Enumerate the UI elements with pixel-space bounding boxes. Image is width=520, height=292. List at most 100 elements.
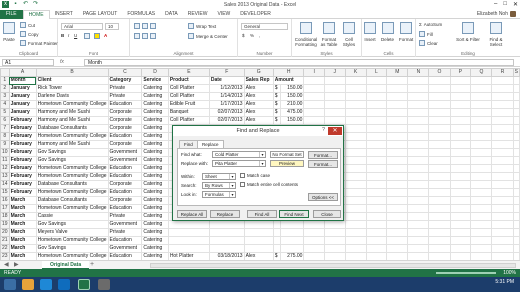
header-cell[interactable]: Product [167,76,210,85]
column-header[interactable]: R [491,68,514,77]
grid-cell[interactable]: Education [107,132,143,141]
grid-cell[interactable] [428,244,451,253]
grid-cell[interactable] [280,236,305,245]
grid-cell[interactable]: Catering [141,124,169,133]
column-header[interactable]: L [365,68,388,77]
tab-replace[interactable]: Replace [197,140,224,148]
grid-cell[interactable] [428,100,451,109]
user-account[interactable]: Elizabeth Noh [477,11,516,17]
grid-cell[interactable] [491,156,514,165]
currency-button[interactable]: $ [242,33,245,38]
grid-cell[interactable] [428,156,451,165]
replace-format-button[interactable]: Format... [308,160,338,168]
underline-button[interactable]: U [74,33,77,38]
grid-cell[interactable]: Government [107,156,143,165]
grid-cell[interactable] [470,92,493,101]
grid-cell[interactable] [303,84,325,93]
column-header[interactable]: M [386,68,409,77]
row-header[interactable]: 19 [0,220,10,229]
name-box[interactable]: A1 [2,59,54,66]
grid-cell[interactable]: Corporate [107,124,143,133]
grid-cell[interactable]: Corporate [107,116,143,125]
align-top-button[interactable] [134,23,156,29]
grid-cell[interactable]: Catering [141,84,169,93]
grid-cell[interactable] [365,188,388,197]
grid-cell[interactable]: 1/17/2013 [208,100,245,109]
grid-cell[interactable] [365,148,388,157]
grid-cell[interactable]: Catering [141,148,169,157]
grid-cell[interactable] [449,156,472,165]
grid-cell[interactable]: February [8,140,37,149]
grid-cell[interactable]: Catering [141,212,169,221]
row-header[interactable]: 13 [0,172,10,181]
grid-cell[interactable] [365,100,388,109]
grid-cell[interactable]: Alex [243,108,274,117]
grid-cell[interactable]: March [8,212,37,221]
grid-cell[interactable] [323,84,346,93]
grid-cell[interactable] [386,124,409,133]
grid-cell[interactable] [470,108,493,117]
fx-icon[interactable]: fx [60,59,64,65]
grid-cell[interactable] [303,76,325,85]
grid-cell[interactable] [428,252,451,260]
grid-cell[interactable] [407,220,430,229]
grid-cell[interactable] [280,244,305,253]
grid-cell[interactable] [491,108,514,117]
grid-cell[interactable] [323,100,346,109]
grid-cell[interactable] [303,220,325,229]
merge-center-button[interactable]: Merge & Center [188,33,228,39]
grid-cell[interactable] [512,108,520,117]
grid-cell[interactable]: Catering [141,164,169,173]
grid-cell[interactable] [344,92,367,101]
grid-cell[interactable] [365,116,388,125]
grid-cell[interactable] [449,100,472,109]
file-explorer-icon[interactable] [22,279,34,290]
grid-cell[interactable] [512,196,520,205]
grid-cell[interactable] [407,180,430,189]
chevron-down-icon[interactable]: ▾ [259,161,265,166]
grid-cell[interactable]: February [8,180,37,189]
find-next-button[interactable]: Find Next [279,210,309,218]
grid-cell[interactable] [386,76,409,85]
grid-cell[interactable]: Gov Savings [35,244,109,253]
align-left-button[interactable] [134,33,156,39]
column-header[interactable]: E [167,68,210,77]
row-header[interactable]: 4 [0,100,10,109]
row-header[interactable]: 7 [0,124,10,133]
grid-cell[interactable]: Edible Fruit [167,100,210,109]
grid-cell[interactable] [407,228,430,237]
grid-cell[interactable] [344,196,367,205]
grid-cell[interactable]: Alex [243,84,274,93]
close-dialog-button[interactable]: Close [313,210,341,218]
insert-cells-button[interactable]: Insert [364,22,376,42]
column-header[interactable]: J [323,68,346,77]
find-all-button[interactable]: Find All [247,210,277,218]
grid-cell[interactable] [303,108,325,117]
select-all-corner[interactable] [0,68,10,77]
grid-cell[interactable] [365,84,388,93]
grid-cell[interactable] [323,228,346,237]
grid-cell[interactable] [512,148,520,157]
grid-cell[interactable] [303,92,325,101]
grid-cell[interactable] [449,92,472,101]
grid-cell[interactable] [365,228,388,237]
grid-cell[interactable] [428,188,451,197]
grid-cell[interactable] [344,148,367,157]
grid-cell[interactable] [512,220,520,229]
grid-cell[interactable]: Hometown Community College [35,252,109,260]
grid-cell[interactable]: Catering [141,132,169,141]
grid-cell[interactable] [365,172,388,181]
grid-cell[interactable] [386,244,409,253]
row-header[interactable]: 17 [0,204,10,213]
header-cell[interactable]: Sales Rep [243,76,274,85]
grid-cell[interactable] [470,252,493,260]
tab-review[interactable]: REVIEW [183,10,213,19]
grid-cell[interactable] [491,116,514,125]
grid-cell[interactable]: $ [272,116,282,125]
close-window-button[interactable]: ✕ [513,1,518,8]
grid-cell[interactable] [407,100,430,109]
grid-cell[interactable] [470,180,493,189]
grid-cell[interactable] [365,140,388,149]
grid-cell[interactable] [272,244,282,253]
grid-cell[interactable] [344,84,367,93]
